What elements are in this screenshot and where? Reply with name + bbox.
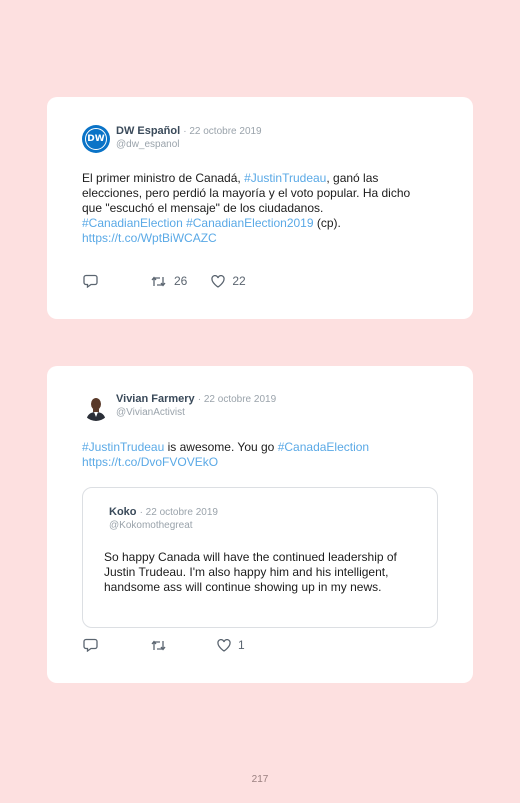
hashtag-link[interactable]: #CanadianElection	[82, 216, 183, 230]
reply-button[interactable]	[83, 274, 98, 288]
retweet-button[interactable]	[150, 639, 174, 652]
tweet-header: Vivian Farmery · 22 octobre 2019 @Vivian…	[82, 393, 276, 421]
tweet-text-segment: is awesome. You go	[164, 440, 278, 454]
quote-date: · 22 octobre 2019	[139, 507, 218, 518]
quote-text: So happy Canada will have the continued …	[104, 550, 397, 594]
avatar[interactable]: DW	[82, 125, 110, 153]
author-handle[interactable]: @VivianActivist	[116, 406, 276, 419]
retweet-icon	[151, 639, 166, 651]
tweet-text-segment: (cp).	[313, 216, 341, 230]
reply-icon	[83, 638, 98, 652]
like-count: 1	[238, 638, 245, 652]
quote-author-name[interactable]: Koko	[109, 506, 137, 518]
tweet-actions: 26 22	[83, 274, 246, 288]
reply-button[interactable]	[83, 638, 98, 652]
hashtag-link[interactable]: #JustinTrudeau	[82, 440, 164, 454]
tweet-header: DW DW Español · 22 octobre 2019 @dw_espa…	[82, 125, 262, 153]
quoted-tweet[interactable]: Koko · 22 octobre 2019 @Kokomothegreat S…	[82, 487, 438, 628]
tweet-card-dw: DW DW Español · 22 octobre 2019 @dw_espa…	[47, 97, 473, 319]
hashtag-link[interactable]: #JustinTrudeau	[244, 171, 326, 185]
author-name[interactable]: DW Español	[116, 125, 180, 137]
like-icon	[217, 638, 231, 652]
tweet-card-vivian: Vivian Farmery · 22 octobre 2019 @Vivian…	[47, 366, 473, 683]
tweet-text: El primer ministro de Canadá, #JustinTru…	[82, 171, 417, 246]
tweet-text-segment: El primer ministro de Canadá,	[82, 171, 245, 185]
retweet-icon	[151, 275, 166, 287]
like-icon	[211, 274, 226, 288]
author-handle[interactable]: @dw_espanol	[116, 138, 262, 151]
like-button[interactable]: 1	[217, 638, 245, 652]
tweet-date[interactable]: · 22 octobre 2019	[198, 394, 276, 405]
tweet-date[interactable]: · 22 octobre 2019	[183, 126, 261, 137]
tweet-actions: 1	[83, 638, 245, 652]
retweet-count: 26	[174, 274, 188, 288]
dw-logo-icon: DW	[85, 128, 107, 150]
url-link[interactable]: https://t.co/WptBiWCAZC	[82, 231, 217, 245]
like-count: 22	[232, 274, 246, 288]
like-button[interactable]: 22	[211, 274, 246, 288]
reply-icon	[83, 274, 98, 288]
author-name[interactable]: Vivian Farmery	[116, 393, 195, 405]
hashtag-link[interactable]: #CanadianElection2019	[186, 216, 313, 230]
retweet-button[interactable]: 26	[150, 274, 187, 288]
page-number: 217	[251, 774, 269, 785]
tweet-text: #JustinTrudeau is awesome. You go #Canad…	[82, 440, 427, 470]
avatar[interactable]	[82, 393, 110, 421]
url-link[interactable]: https://t.co/DvoFVOVEkO	[82, 455, 218, 469]
quote-header: Koko · 22 octobre 2019 @Kokomothegreat	[109, 506, 218, 532]
quote-author-handle[interactable]: @Kokomothegreat	[109, 519, 218, 532]
hashtag-link[interactable]: #CanadaElection	[278, 440, 369, 454]
person-photo-icon	[82, 393, 110, 421]
